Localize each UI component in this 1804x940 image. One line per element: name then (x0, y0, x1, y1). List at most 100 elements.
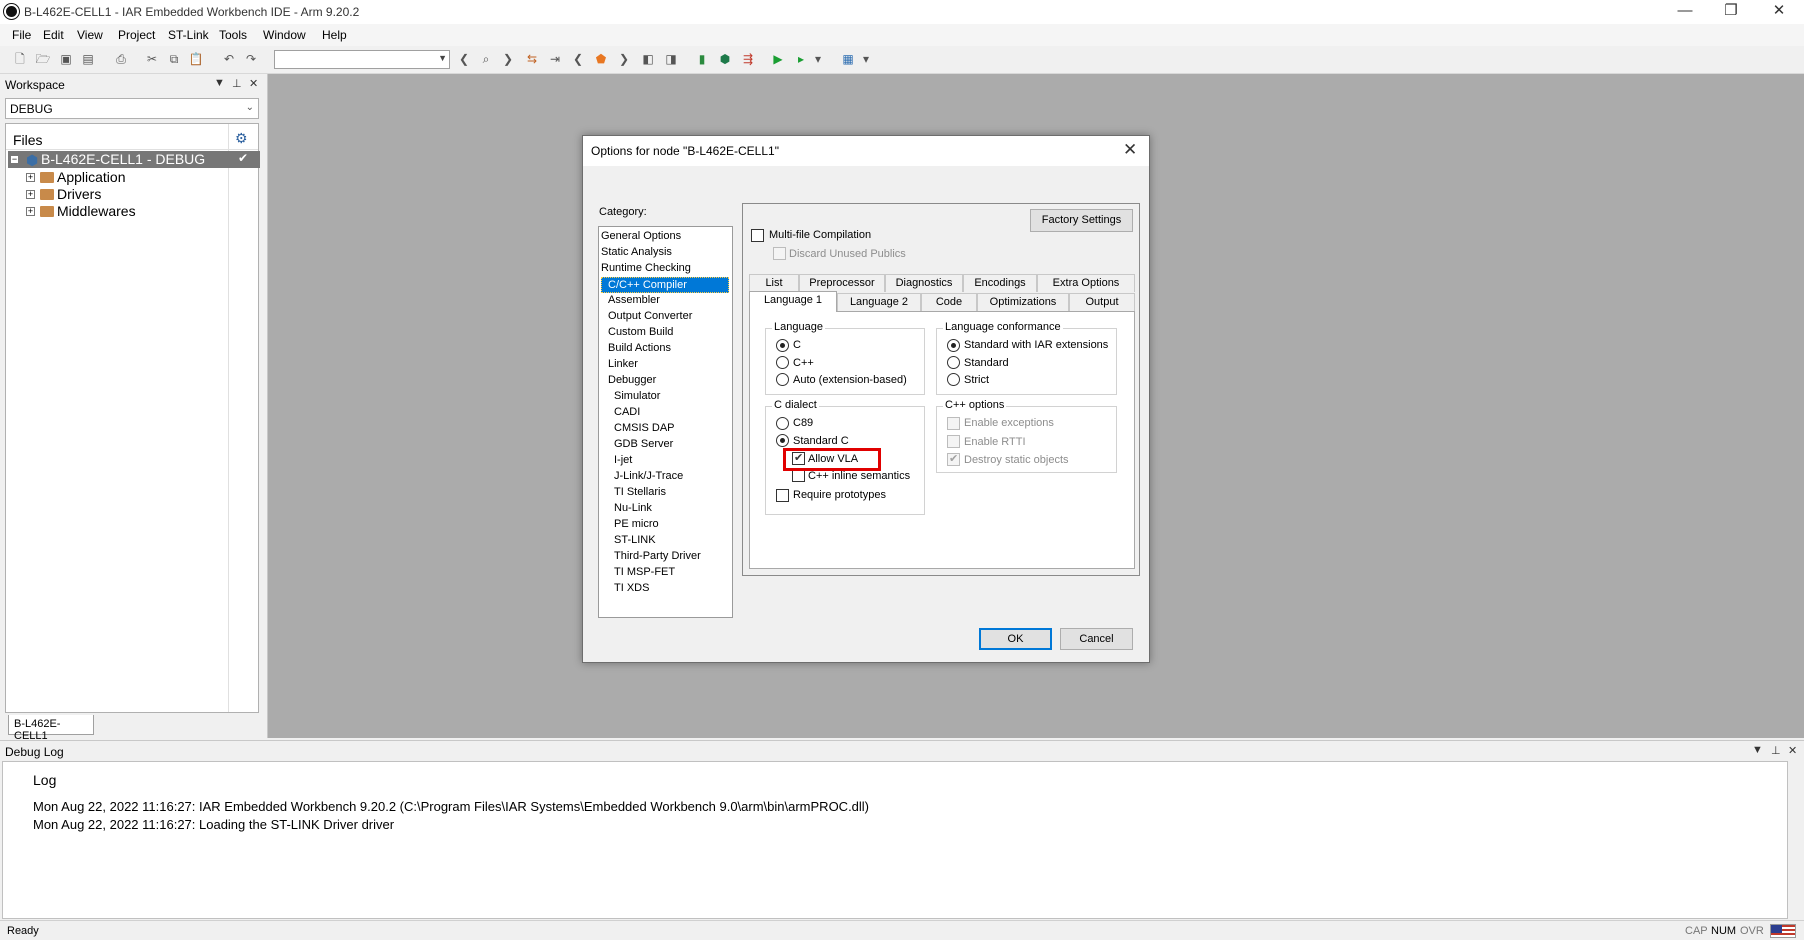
nav-back-icon[interactable]: ❮ (456, 51, 472, 67)
gear-icon[interactable]: ⚙ (235, 130, 248, 147)
enable-exceptions-checkbox[interactable] (947, 417, 960, 430)
debug-dropdown-icon[interactable]: ▾ (810, 51, 826, 67)
category-st-link[interactable]: ST-LINK (601, 533, 729, 549)
category-runtime-checking[interactable]: Runtime Checking (601, 261, 729, 277)
nav-forward-icon[interactable]: ❯ (500, 51, 516, 67)
minimize-button[interactable]: — (1662, 0, 1708, 24)
save-all-icon[interactable]: ▤ (80, 51, 96, 67)
tab-encodings[interactable]: Encodings (963, 274, 1037, 292)
category-simulator[interactable]: Simulator (601, 389, 729, 405)
category-nu-link[interactable]: Nu-Link (601, 501, 729, 517)
category-static-analysis[interactable]: Static Analysis (601, 245, 729, 261)
category-i-jet[interactable]: I-jet (601, 453, 729, 469)
configuration-select[interactable]: DEBUG ⌄ (5, 98, 259, 119)
close-window-button[interactable]: ✕ (1756, 0, 1802, 24)
menu-window[interactable]: Window (263, 28, 306, 42)
layout-icon[interactable]: ▦ (840, 51, 856, 67)
expand-icon[interactable]: + (26, 190, 35, 199)
category-ti-msp-fet[interactable]: TI MSP-FET (601, 565, 729, 581)
category-third-party-driver[interactable]: Third-Party Driver (601, 549, 729, 565)
tab-diagnostics[interactable]: Diagnostics (885, 274, 963, 292)
prev-icon[interactable]: ❮ (570, 51, 586, 67)
tab-optimizations[interactable]: Optimizations (977, 293, 1069, 311)
panel-menu-icon[interactable]: ▼ (214, 77, 225, 89)
category-assembler[interactable]: Assembler (601, 293, 729, 309)
open-file-icon[interactable]: 🗁 (35, 51, 51, 67)
tab-language-2[interactable]: Language 2 (837, 293, 921, 311)
tree-item-application[interactable]: + Application (8, 169, 228, 186)
category-build-actions[interactable]: Build Actions (601, 341, 729, 357)
dialect-c89-radio[interactable] (776, 417, 789, 430)
tab-preprocessor[interactable]: Preprocessor (799, 274, 885, 292)
require-prototypes-checkbox[interactable] (776, 489, 789, 502)
print-icon[interactable]: ⎙ (113, 51, 129, 67)
conformance-strict-radio[interactable] (947, 373, 960, 386)
pin-icon[interactable]: ⊥ (232, 77, 242, 90)
restore-button[interactable]: ❐ (1708, 0, 1754, 24)
tab-list[interactable]: List (749, 274, 799, 292)
log-scrollbar[interactable] (1788, 761, 1802, 919)
dialect-standard-c-radio[interactable] (776, 434, 789, 447)
compile-icon[interactable]: ▮ (694, 51, 710, 67)
panel-close-icon[interactable]: ✕ (249, 77, 258, 90)
category-general-options[interactable]: General Options (601, 229, 729, 245)
multi-file-checkbox[interactable] (751, 229, 764, 242)
paste-icon[interactable]: 📋 (188, 51, 204, 67)
menu-edit[interactable]: Edit (43, 28, 64, 42)
tab-code[interactable]: Code (921, 293, 977, 311)
pin-icon[interactable]: ⊥ (1771, 744, 1781, 757)
make-icon[interactable]: ⬢ (717, 51, 733, 67)
expand-icon[interactable]: + (26, 173, 35, 182)
category-cadi[interactable]: CADI (601, 405, 729, 421)
panel-menu-icon[interactable]: ▼ (1752, 744, 1763, 756)
menu-help[interactable]: Help (322, 28, 347, 42)
next-icon[interactable]: ❯ (616, 51, 632, 67)
conformance-standard-radio[interactable] (947, 356, 960, 369)
category-pe-micro[interactable]: PE micro (601, 517, 729, 533)
find-icon[interactable]: ⌕ (478, 51, 494, 67)
category-debugger[interactable]: Debugger (601, 373, 729, 389)
language-auto-radio[interactable] (776, 373, 789, 386)
bookmark-icon[interactable]: ⬟ (593, 51, 609, 67)
download-debug-icon[interactable]: ▶ (770, 51, 786, 67)
undo-icon[interactable]: ↶ (221, 51, 237, 67)
menu-file[interactable]: File (12, 28, 31, 42)
debug-without-download-icon[interactable]: ▸ (793, 51, 809, 67)
expand-icon[interactable]: + (26, 207, 35, 216)
category-gdb-server[interactable]: GDB Server (601, 437, 729, 453)
cancel-button[interactable]: Cancel (1060, 628, 1133, 650)
save-icon[interactable]: ▣ (58, 51, 74, 67)
new-file-icon[interactable]: 🗋 (12, 51, 28, 67)
ok-button[interactable]: OK (979, 628, 1052, 650)
tree-item-middlewares[interactable]: + Middlewares (8, 203, 228, 220)
close-icon[interactable]: ✕ (1123, 140, 1137, 160)
redo-icon[interactable]: ↷ (243, 51, 259, 67)
category-c-cpp-compiler[interactable]: C/C++ Compiler (601, 277, 729, 293)
cut-icon[interactable]: ✂ (144, 51, 160, 67)
next-bookmark-icon[interactable]: ◨ (663, 51, 679, 67)
goto-icon[interactable]: ⇥ (547, 51, 563, 67)
collapse-icon[interactable]: − (10, 155, 19, 164)
category-cmsis-dap[interactable]: CMSIS DAP (601, 421, 729, 437)
category-output-converter[interactable]: Output Converter (601, 309, 729, 325)
destroy-static-objects-checkbox[interactable] (947, 452, 960, 466)
language-c-radio[interactable] (776, 339, 789, 352)
menu-st-link[interactable]: ST-Link (168, 28, 209, 42)
language-cpp-radio[interactable] (776, 356, 789, 369)
prev-bookmark-icon[interactable]: ◧ (640, 51, 656, 67)
menu-project[interactable]: Project (118, 28, 155, 42)
tree-project-row[interactable]: − ⬢ B-L462E-CELL1 - DEBUG ✔ (8, 151, 260, 168)
copy-icon[interactable]: ⧉ (166, 51, 182, 67)
category-ti-stellaris[interactable]: TI Stellaris (601, 485, 729, 501)
menu-tools[interactable]: Tools (219, 28, 247, 42)
menu-view[interactable]: View (77, 28, 103, 42)
category-ti-xds[interactable]: TI XDS (601, 581, 729, 597)
category-custom-build[interactable]: Custom Build (601, 325, 729, 341)
panel-close-icon[interactable]: ✕ (1788, 744, 1797, 757)
workspace-tab[interactable]: B-L462E-CELL1 (8, 715, 94, 742)
replace-icon[interactable]: ⇆ (524, 51, 540, 67)
conformance-iar-radio[interactable] (947, 339, 960, 352)
discard-unused-checkbox[interactable] (773, 247, 786, 260)
stop-build-icon[interactable]: ⇶ (740, 51, 756, 67)
tab-language-1[interactable]: Language 1 (749, 291, 837, 312)
